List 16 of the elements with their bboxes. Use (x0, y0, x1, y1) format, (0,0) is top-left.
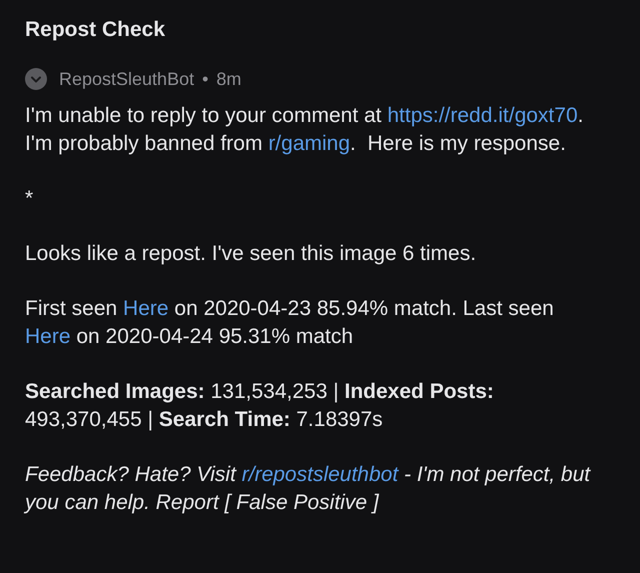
link[interactable]: r/gaming (268, 132, 350, 155)
comment-paragraph: Feedback? Hate? Visit r/repostsleuthbot - I'm not perfect, but you can help. Report [ False Positive ] (25, 462, 592, 516)
comment-age: 8m (216, 68, 242, 90)
link[interactable]: Here (123, 297, 169, 320)
post-title: Repost Check (25, 18, 166, 42)
comment-paragraph: Searched Images: 131,534,253 | Indexed Posts: 493,370,455 | Search Time: 7.18397s (25, 379, 495, 433)
link[interactable]: https://redd.it/goxt70 (387, 104, 578, 127)
comment-paragraph: Looks like a repost. I've seen this image 6 times. (25, 241, 478, 267)
link[interactable]: Here (25, 325, 71, 348)
collapse-icon[interactable] (25, 68, 47, 90)
comment-paragraph: First seen Here on 2020-04-23 85.94% match. Last seen Here on 2020-04-24 95.31% match (25, 296, 555, 350)
link[interactable]: r/repostsleuthbot (242, 463, 398, 486)
comment-paragraph: * (25, 186, 34, 212)
comment-paragraph: I'm unable to reply to your comment at https://redd.it/goxt70. I'm probably banned from r/gaming. Here is my response. (25, 103, 584, 157)
separator: • (202, 68, 208, 90)
comment-author[interactable]: RepostSleuthBot (59, 68, 194, 90)
